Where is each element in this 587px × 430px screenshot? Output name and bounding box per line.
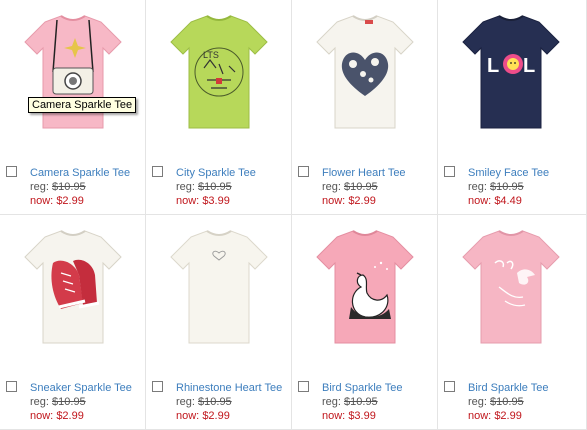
product-card: Flower Heart Tee reg: $10.95 now: $2.99	[292, 0, 438, 215]
regular-price-label: reg:	[30, 396, 49, 408]
regular-price-value: $10.95	[490, 396, 524, 408]
sale-price: now: $2.99	[468, 410, 522, 422]
compare-checkbox[interactable]	[152, 166, 163, 177]
sale-price-label: now:	[468, 410, 492, 422]
product-image[interactable]	[159, 223, 279, 351]
sale-price: now: $2.99	[176, 410, 230, 422]
product-card: Rhinestone Heart Tee reg: $10.95 now: $2…	[146, 215, 292, 430]
sale-price-label: now:	[468, 195, 492, 207]
regular-price: reg: $10.95	[322, 396, 378, 408]
svg-text:L: L	[523, 55, 535, 77]
compare-checkbox[interactable]	[6, 381, 17, 392]
regular-price-value: $10.95	[52, 181, 86, 193]
product-name-link[interactable]: Flower Heart Tee	[322, 167, 406, 179]
regular-price: reg: $10.95	[176, 396, 232, 408]
regular-price: reg: $10.95	[468, 181, 524, 193]
regular-price-label: reg:	[30, 181, 49, 193]
product-image[interactable]: LTS	[159, 8, 279, 136]
product-image[interactable]	[13, 8, 133, 136]
sale-price: now: $2.99	[30, 410, 84, 422]
product-name-link[interactable]: Smiley Face Tee	[468, 167, 549, 179]
regular-price-label: reg:	[468, 181, 487, 193]
regular-price-value: $10.95	[198, 396, 232, 408]
sale-price: now: $3.99	[322, 410, 376, 422]
sale-price-value: $3.99	[202, 195, 230, 207]
camera-sparkle-tee-image	[24, 15, 122, 129]
sale-price-label: now:	[322, 410, 346, 422]
regular-price: reg: $10.95	[322, 181, 378, 193]
tooltip: Camera Sparkle Tee	[28, 97, 137, 113]
sale-price-label: now:	[176, 410, 200, 422]
sale-price: now: $2.99	[322, 195, 376, 207]
sale-price-label: now:	[30, 410, 54, 422]
sale-price: now: $2.99	[30, 195, 84, 207]
sneaker-sparkle-tee-image	[24, 230, 122, 344]
product-image[interactable]	[305, 8, 425, 136]
bird-sparkle-tee-image	[462, 230, 560, 344]
regular-price-label: reg:	[176, 396, 195, 408]
sale-price-value: $2.99	[56, 410, 84, 422]
flower-heart-tee-image	[316, 15, 414, 129]
sale-price-value: $3.99	[348, 410, 376, 422]
svg-text:LTS: LTS	[203, 50, 219, 60]
sale-price-value: $2.99	[348, 195, 376, 207]
sale-price-value: $2.99	[202, 410, 230, 422]
product-grid: Camera Sparkle Tee reg: $10.95 now: $2.9…	[0, 0, 587, 430]
product-image[interactable]	[451, 223, 571, 351]
product-name-link[interactable]: City Sparkle Tee	[176, 167, 256, 179]
regular-price: reg: $10.95	[176, 181, 232, 193]
product-card: L L Smiley Face Tee reg: $10.95 now: $4.…	[438, 0, 587, 215]
product-image[interactable]: L L	[451, 8, 571, 136]
product-card: Bird Sparkle Tee reg: $10.95 now: $2.99	[438, 215, 587, 430]
rhinestone-heart-tee-image	[170, 230, 268, 344]
sale-price: now: $4.49	[468, 195, 522, 207]
regular-price: reg: $10.95	[30, 181, 86, 193]
product-card: Bird Sparkle Tee reg: $10.95 now: $3.99	[292, 215, 438, 430]
sale-price-label: now:	[30, 195, 54, 207]
regular-price: reg: $10.95	[468, 396, 524, 408]
bird-sparkle-tee-image	[316, 230, 414, 344]
city-sparkle-tee-image: LTS	[170, 15, 268, 129]
regular-price-label: reg:	[322, 396, 341, 408]
product-name-link[interactable]: Bird Sparkle Tee	[468, 382, 549, 394]
regular-price-value: $10.95	[344, 181, 378, 193]
product-name-link[interactable]: Sneaker Sparkle Tee	[30, 382, 132, 394]
regular-price-label: reg:	[322, 181, 341, 193]
regular-price-label: reg:	[468, 396, 487, 408]
sale-price-value: $2.99	[494, 410, 522, 422]
sale-price-value: $4.49	[494, 195, 522, 207]
product-card: LTS City Sparkle Tee reg: $10.95 now: $3…	[146, 0, 292, 215]
compare-checkbox[interactable]	[6, 166, 17, 177]
compare-checkbox[interactable]	[444, 166, 455, 177]
sale-price-label: now:	[322, 195, 346, 207]
sale-price-label: now:	[176, 195, 200, 207]
product-name-link[interactable]: Camera Sparkle Tee	[30, 167, 130, 179]
product-image[interactable]	[305, 223, 425, 351]
compare-checkbox[interactable]	[444, 381, 455, 392]
sale-price: now: $3.99	[176, 195, 230, 207]
regular-price: reg: $10.95	[30, 396, 86, 408]
product-name-link[interactable]: Rhinestone Heart Tee	[176, 382, 282, 394]
regular-price-label: reg:	[176, 181, 195, 193]
product-name-link[interactable]: Bird Sparkle Tee	[322, 382, 403, 394]
sale-price-value: $2.99	[56, 195, 84, 207]
regular-price-value: $10.95	[52, 396, 86, 408]
svg-text:L: L	[487, 55, 499, 77]
regular-price-value: $10.95	[490, 181, 524, 193]
compare-checkbox[interactable]	[298, 381, 309, 392]
regular-price-value: $10.95	[198, 181, 232, 193]
product-card: Sneaker Sparkle Tee reg: $10.95 now: $2.…	[0, 215, 146, 430]
regular-price-value: $10.95	[344, 396, 378, 408]
smiley-face-tee-image: L L	[462, 15, 560, 129]
compare-checkbox[interactable]	[152, 381, 163, 392]
product-image[interactable]	[13, 223, 133, 351]
compare-checkbox[interactable]	[298, 166, 309, 177]
